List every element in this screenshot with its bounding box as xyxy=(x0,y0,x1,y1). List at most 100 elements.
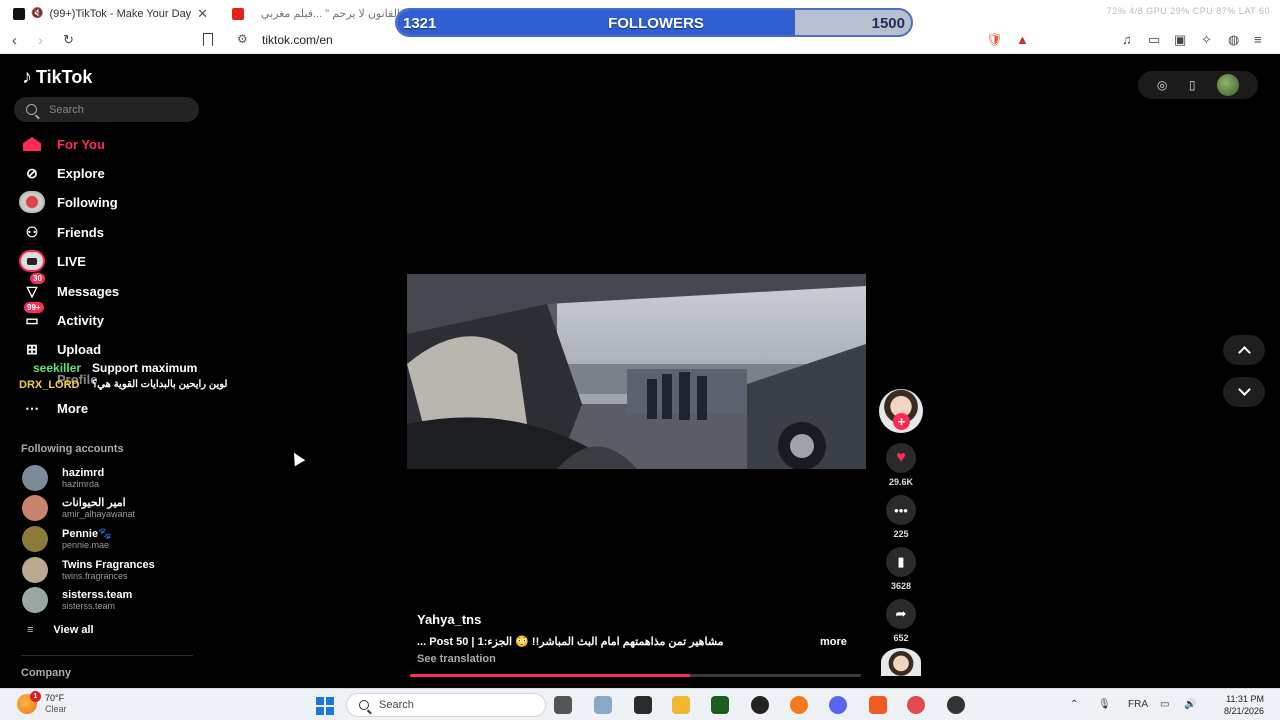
extensions-icon[interactable]: ✧ xyxy=(1201,32,1212,48)
microphone-app-icon[interactable] xyxy=(790,696,808,714)
tiktok-logo[interactable]: ♪ TikTok xyxy=(22,66,92,89)
tray-chevron-icon[interactable]: ⌃ xyxy=(1070,699,1078,710)
sidebar-item-label: Following xyxy=(57,194,118,210)
sidebar-item-label: Messages xyxy=(57,283,120,299)
sun-icon: 1 xyxy=(17,691,41,714)
brave-shield-icon[interactable]: 🛡 xyxy=(986,32,1003,48)
followers-title: FOLLOWERS xyxy=(608,15,704,32)
following-account[interactable]: sisterss.team sisterss.team xyxy=(22,587,132,613)
reload-icon[interactable]: ↻ xyxy=(63,32,74,48)
opera-icon[interactable] xyxy=(907,696,925,714)
following-account[interactable]: Twins Fragrances twins.fragrances xyxy=(22,557,155,583)
menu-icon[interactable]: ≡ xyxy=(1254,32,1262,47)
account-name: Pennie🐾 xyxy=(62,528,112,540)
following-account[interactable]: hazimrd hazimrda xyxy=(22,465,104,491)
widgets-icon[interactable] xyxy=(594,696,612,714)
back-icon[interactable]: ‹ xyxy=(12,32,17,49)
user-avatar-icon[interactable] xyxy=(1217,74,1240,96)
language-indicator[interactable]: FRA xyxy=(1128,699,1148,710)
sidebar-item-explore[interactable]: ⊘ Explore xyxy=(18,162,105,184)
bookmark-icon[interactable] xyxy=(203,33,213,46)
video-progress-bar[interactable] xyxy=(410,674,861,677)
app-g-icon[interactable] xyxy=(751,696,769,714)
avatar xyxy=(22,465,48,491)
weather-badge: 1 xyxy=(30,691,41,702)
like-button[interactable]: ♥ 29.6K xyxy=(879,443,923,487)
video-creator[interactable]: Yahya_tns xyxy=(417,612,481,627)
file-explorer-icon[interactable] xyxy=(672,696,690,714)
terminal-icon[interactable] xyxy=(634,696,652,714)
top-right-toolbar: ◎ ▯ xyxy=(1138,71,1258,99)
app-green-icon[interactable] xyxy=(711,696,729,714)
sidebar-item-following[interactable]: Following xyxy=(18,191,118,213)
next-video-button[interactable] xyxy=(1223,377,1265,407)
comment-button[interactable]: ••• 225 xyxy=(879,495,923,539)
vpn-icon[interactable]: ◍ xyxy=(1228,32,1239,48)
sidebar-item-for-you[interactable]: For You xyxy=(18,133,105,155)
following-account[interactable]: Pennie🐾 pennie.mae xyxy=(22,526,112,552)
sidebar-item-upload[interactable]: ⊞ Upload xyxy=(18,338,101,360)
search-icon xyxy=(26,104,37,115)
taskbar-search-input[interactable]: Search xyxy=(346,693,546,717)
search-input[interactable]: Search xyxy=(14,97,199,122)
caption-more-button[interactable]: more xyxy=(820,636,847,648)
tab-tiktok[interactable]: 🔇 (99+)TikTok - Make Your Day ✕ xyxy=(0,0,218,27)
sidebar-icon[interactable]: ▭ xyxy=(1148,32,1160,48)
wallet-icon[interactable]: ▣ xyxy=(1174,32,1186,48)
sidebar-item-live[interactable]: LIVE xyxy=(18,250,86,272)
divider xyxy=(21,655,193,656)
task-view-icon[interactable] xyxy=(554,696,572,714)
chat-message: لوين رايحين بالبدايات القوية هي؟ xyxy=(92,379,228,390)
network-icon[interactable]: ▭ xyxy=(1160,699,1169,710)
sidebar-item-more[interactable]: ⋯ More xyxy=(18,397,88,419)
sidebar-item-label: Friends xyxy=(57,224,104,240)
weather-widget[interactable]: 1 70°F Clear xyxy=(17,691,67,715)
video-caption: مشاهير تمن مذاهمتهم امام البث المباشر!! … xyxy=(417,636,724,648)
share-button[interactable]: ➦ 652 xyxy=(879,599,923,643)
video-player[interactable] xyxy=(407,274,866,469)
music-disc[interactable] xyxy=(881,648,921,676)
home-icon xyxy=(18,133,46,155)
site-settings-icon[interactable]: ⚙ xyxy=(237,32,248,46)
following-account[interactable]: امير الحيوانات amir_alhayawanat xyxy=(22,495,135,521)
tab-youtube[interactable]: القانون لا يرحم " ...فيلم مغربي xyxy=(220,0,400,27)
discord-icon[interactable] xyxy=(829,696,847,714)
company-link[interactable]: Company xyxy=(21,667,71,679)
volume-icon[interactable]: 🔊 xyxy=(1184,699,1196,710)
windows-start-icon[interactable] xyxy=(316,697,334,715)
sidebar-item-friends[interactable]: ⚇ Friends xyxy=(18,221,104,243)
clock[interactable]: 11:31 PM 8/21/2026 xyxy=(1204,693,1264,717)
account-handle: amir_alhayawanat xyxy=(62,509,136,519)
view-all-button[interactable]: ≡ View all xyxy=(27,624,94,636)
sidebar-item-messages[interactable]: ▽ 30 Messages xyxy=(18,273,120,302)
sidebar-item-label: LIVE xyxy=(57,253,86,269)
previous-video-button[interactable] xyxy=(1223,335,1265,365)
list-icon: ≡ xyxy=(27,624,34,636)
close-icon[interactable]: ✕ xyxy=(197,6,208,22)
tablet-icon[interactable]: ▯ xyxy=(1189,78,1196,92)
upload-icon: ⊞ xyxy=(26,340,38,357)
music-icon[interactable]: ♫ xyxy=(1122,32,1132,47)
app-dark-icon[interactable] xyxy=(947,696,965,714)
like-count: 29.6K xyxy=(888,477,914,487)
chevron-down-icon xyxy=(1237,383,1251,396)
forward-icon[interactable]: › xyxy=(38,32,43,49)
eye-off-icon[interactable]: ◎ xyxy=(1157,78,1167,92)
save-button[interactable]: ▮ 3628 xyxy=(879,547,923,591)
bookmark-icon: ▮ xyxy=(886,547,916,577)
followers-goal: 1500 xyxy=(871,15,905,32)
rewards-triangle-icon[interactable]: ▲ xyxy=(1016,32,1029,47)
video-frame xyxy=(407,274,866,469)
chat-username: DRX_LORD xyxy=(19,379,80,391)
url-field[interactable]: tiktok.com/en xyxy=(262,33,333,47)
share-count: 652 xyxy=(893,633,909,643)
microphone-icon[interactable]: 🎙 xyxy=(1098,699,1111,710)
chat-username: seekiller xyxy=(33,361,82,375)
chat-message: Support maximum xyxy=(92,361,198,375)
brave-icon[interactable] xyxy=(869,696,887,714)
follow-button[interactable]: + xyxy=(893,413,910,430)
messages-badge: 30 xyxy=(30,273,45,284)
speaker-muted-icon[interactable]: 🔇 xyxy=(31,8,43,19)
see-translation-link[interactable]: See translation xyxy=(417,653,496,665)
sidebar-item-activity[interactable]: ▭ 99+ Activity xyxy=(18,302,104,331)
